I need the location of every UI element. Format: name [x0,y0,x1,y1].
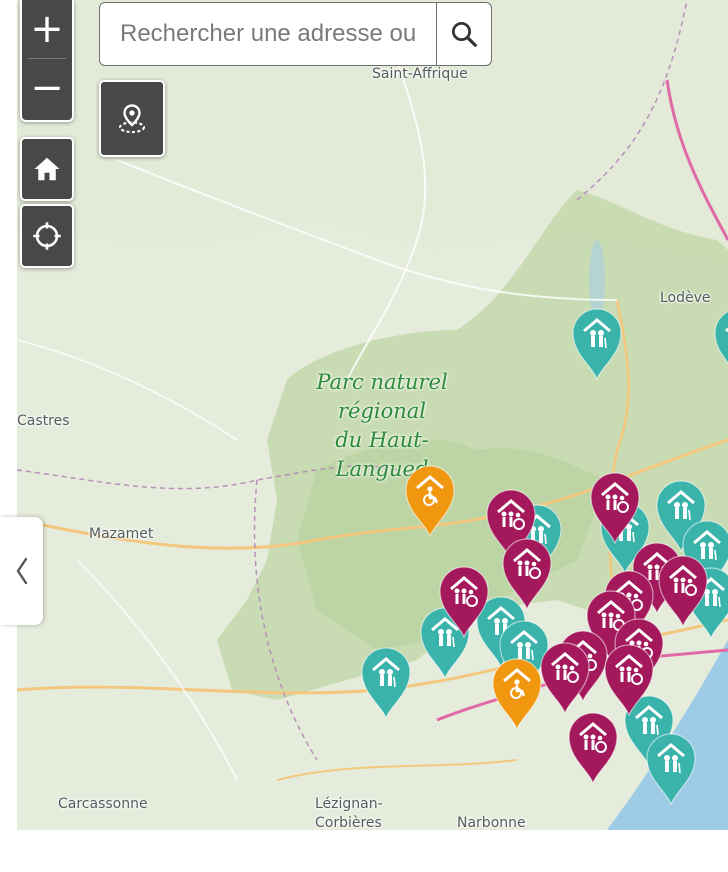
wheelchair-home-icon [405,465,455,538]
marker-disability-home[interactable] [602,642,656,717]
search-bar [99,2,492,66]
target-icon [33,222,61,250]
locate-button[interactable] [20,204,74,268]
zoom-in-button[interactable]: + [22,0,72,58]
geolocate-button[interactable] [99,80,165,157]
chevron-left-icon [16,557,27,585]
disability-group-icon [540,642,590,715]
marker-wheelchair-home[interactable] [490,656,544,731]
elderly-home-icon [714,311,728,364]
place-label-lodeve: Lodève [660,290,711,306]
park-label-line: régional [337,399,427,423]
place-label-castres: Castres [17,413,70,429]
search-button[interactable] [436,3,491,65]
marker-wheelchair-home[interactable] [403,463,457,538]
disability-group-icon [604,644,654,717]
elderly-home-icon [646,733,696,806]
marker-disability-home[interactable] [538,640,592,715]
home-button[interactable] [20,137,74,201]
disability-group-icon [502,538,552,611]
disability-group-icon [439,566,489,639]
marker-elderly-home[interactable] [570,306,624,381]
marker-disability-home[interactable] [437,564,491,639]
disability-group-icon [590,472,640,545]
place-label-mazamet: Mazamet [89,526,154,542]
place-label-lezignan: Lézignan- [315,796,383,812]
place-label-corbieres: Corbières [315,815,382,830]
geolocate-pin-icon [118,103,146,133]
elderly-home-icon [572,308,622,381]
zoom-out-button[interactable]: − [22,59,72,117]
marker-disability-home[interactable] [588,470,642,545]
place-label-saint-affrique: Saint-Affrique [372,66,468,82]
marker-disability-home[interactable] [566,710,620,785]
marker-elderly-home[interactable] [644,731,698,806]
marker-elderly-home[interactable] [359,645,413,720]
park-label-line: Parc naturel [316,370,448,394]
disability-group-icon [568,712,618,785]
search-input[interactable] [100,3,436,65]
elderly-home-icon [361,647,411,720]
search-icon [452,22,477,47]
place-label-narbonne: Narbonne [457,815,526,830]
side-panel-toggle[interactable] [0,517,43,625]
zoom-control: + − [20,0,74,122]
park-label-line: du Haut- [335,428,429,452]
marker-disability-home[interactable] [500,536,554,611]
wheelchair-home-icon [492,658,542,731]
marker-elderly-home[interactable] [712,306,728,380]
home-icon [34,157,60,181]
place-label-carcassonne: Carcassonne [58,796,148,812]
